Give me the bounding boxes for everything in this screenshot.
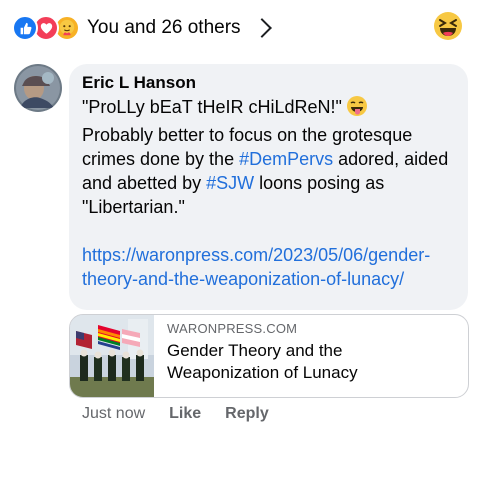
comment-author[interactable]: Eric L Hanson <box>82 73 196 93</box>
comment-timestamp[interactable]: Just now <box>82 405 145 423</box>
like-button[interactable]: Like <box>169 405 201 423</box>
comment-actions: Just now Like Reply <box>82 405 293 423</box>
preview-domain: WARONPRESS.COM <box>167 321 298 336</box>
avatar[interactable] <box>14 64 62 112</box>
reply-button[interactable]: Reply <box>225 405 269 423</box>
tongue-out-emoji-icon <box>346 95 368 123</box>
preview-thumbnail <box>70 315 154 397</box>
haha-reaction-button[interactable] <box>433 11 463 41</box>
comment-bubble: Eric L Hanson "ProLLy bEaT tHeIR cHiLdRe… <box>69 64 468 310</box>
comment-quote: "ProLLy bEaT tHeIR cHiLdReN!" <box>82 97 342 117</box>
reaction-summary[interactable]: You and 26 others <box>12 14 272 42</box>
hashtag-link[interactable]: #DemPervs <box>239 149 333 169</box>
reactions-header: You and 26 others <box>0 0 483 56</box>
preview-title[interactable]: Gender Theory and the Weaponization of L… <box>167 340 457 384</box>
hashtag-link[interactable]: #SJW <box>206 173 254 193</box>
comment-body: "ProLLy bEaT tHeIR cHiLdReN!" Probably b… <box>82 95 462 291</box>
link-preview-card[interactable]: WARONPRESS.COM Gender Theory and the Wea… <box>69 314 469 398</box>
like-icon <box>12 15 38 41</box>
chevron-right-icon[interactable] <box>251 18 272 38</box>
haha-icon <box>434 12 462 40</box>
article-url-link[interactable]: https://waronpress.com/2023/05/06/gender… <box>82 243 462 291</box>
reaction-count[interactable]: You and 26 others <box>87 17 241 39</box>
